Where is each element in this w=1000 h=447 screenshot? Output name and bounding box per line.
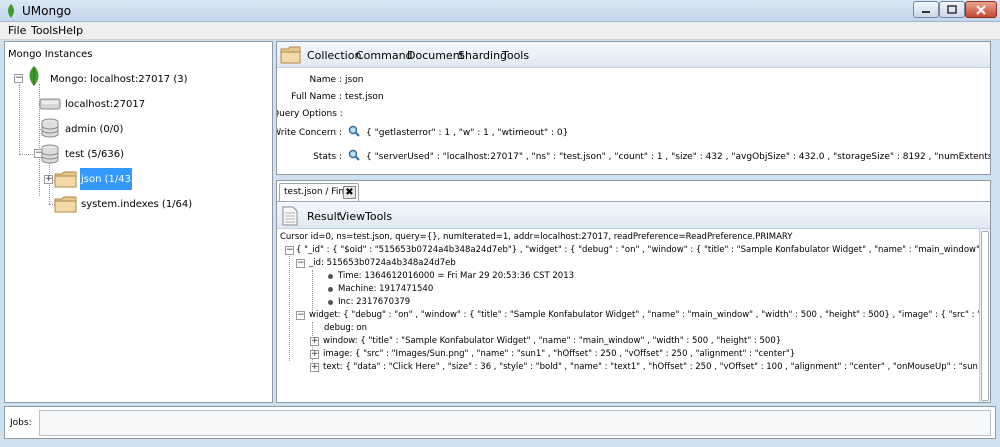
tab-find[interactable]: test.json / Find ✖: [279, 183, 359, 201]
collapse-toggle[interactable]: −: [296, 311, 305, 320]
time-row[interactable]: Time: 1364612016000 = Fri Mar 29 20:53:3…: [338, 271, 574, 281]
machine-row[interactable]: Machine: 1917471540: [338, 284, 433, 294]
find-results-panel: test.json / Find ✖ Result View Tools Cur…: [276, 180, 991, 403]
sharding-menu[interactable]: Sharding: [458, 49, 507, 62]
maximize-icon: [947, 5, 957, 14]
leaf-bullet: [328, 300, 333, 305]
collapse-toggle[interactable]: −: [285, 246, 294, 255]
expand-toggle[interactable]: +: [310, 363, 319, 372]
minimize-button[interactable]: [913, 1, 939, 18]
full-name-value: test.json: [345, 92, 384, 102]
server-icon: [39, 98, 61, 110]
collapse-toggle[interactable]: −: [14, 74, 23, 83]
text-row[interactable]: text: { "data" : "Click Here" , "size" :…: [323, 362, 980, 372]
database-icon: [41, 144, 59, 164]
close-icon: [976, 4, 986, 15]
tree-connector: [19, 84, 20, 154]
command-menu[interactable]: Command: [356, 49, 413, 62]
expand-toggle[interactable]: +: [44, 175, 53, 184]
menu-file[interactable]: File: [8, 24, 26, 37]
close-button[interactable]: [965, 1, 997, 18]
id-row[interactable]: _id: 515653b0724a4b348a24d7eb: [309, 258, 456, 268]
leaf-bullet: [328, 274, 333, 279]
result-tools-menu[interactable]: Tools: [365, 210, 392, 223]
window-title: UMongo: [22, 4, 72, 18]
leaf-bullet: [328, 287, 333, 292]
tree-node-system-indexes[interactable]: system.indexes (1/64): [81, 199, 192, 210]
mongo-instances-panel: Mongo Instances − Mongo: localhost:27017…: [4, 41, 273, 403]
collection-menu[interactable]: Collection: [307, 49, 361, 62]
mongo-leaf-icon: [8, 4, 14, 18]
jobs-label: Jobs:: [10, 418, 32, 428]
stats-value: { "serverUsed" : "localhost:27017" , "ns…: [366, 152, 991, 162]
document-icon: [282, 206, 298, 226]
view-menu[interactable]: View: [339, 210, 365, 223]
tree-connector: [289, 251, 290, 361]
image-row[interactable]: image: { "src" : "Images/Sun.png" , "nam…: [323, 349, 795, 359]
window-row[interactable]: window: { "title" : "Sample Konfabulator…: [323, 336, 781, 346]
mongo-leaf-icon: [29, 66, 39, 86]
tab-label: test.json / Find: [284, 187, 350, 197]
scrollbar-thumb[interactable]: [981, 231, 989, 401]
name-label: Name :: [309, 75, 342, 85]
collection-toolbar: Collection Command Document Sharding Too…: [277, 42, 990, 68]
panel-title: Mongo Instances: [8, 49, 93, 60]
query-options-label: Query Options :: [276, 109, 343, 119]
tree-node-admin[interactable]: admin (0/0): [65, 124, 123, 135]
menu-bar: File Tools Help: [0, 22, 1000, 40]
result-toolbar: Result View Tools: [277, 202, 990, 229]
document-row[interactable]: { "_id" : { "$oid" : "515653b0724a4b348a…: [296, 245, 980, 255]
database-icon: [41, 118, 59, 138]
folder-icon: [54, 196, 77, 213]
cursor-info: Cursor id=0, ns=test.json, query={}, num…: [280, 232, 793, 242]
result-menu[interactable]: Result: [307, 210, 341, 223]
tab-close-button[interactable]: ✖: [343, 186, 356, 199]
tree-node-root[interactable]: Mongo: localhost:27017 (3): [50, 74, 188, 85]
search-icon[interactable]: [348, 125, 360, 137]
menu-help[interactable]: Help: [58, 24, 83, 37]
tree-node-server[interactable]: localhost:27017: [65, 99, 145, 110]
minimize-icon: [922, 10, 930, 13]
folder-icon: [280, 46, 301, 64]
expand-toggle[interactable]: +: [310, 350, 319, 359]
tree-node-json[interactable]: json (1/432): [81, 174, 141, 185]
maximize-button[interactable]: [939, 1, 965, 18]
expand-toggle[interactable]: +: [310, 337, 319, 346]
jobs-list[interactable]: [39, 410, 991, 436]
write-concern-value: { "getlasterror" : 1 , "w" : 1 , "wtimeo…: [366, 128, 569, 138]
tree-node-test[interactable]: test (5/636): [65, 149, 124, 160]
debug-row[interactable]: debug: on: [324, 323, 367, 333]
jobs-panel: Jobs:: [4, 406, 996, 439]
inc-row[interactable]: Inc: 2317670379: [338, 297, 410, 307]
widget-row[interactable]: widget: { "debug" : "on" , "window" : { …: [309, 310, 980, 320]
full-name-label: Full Name :: [291, 92, 342, 102]
menu-tools[interactable]: Tools: [31, 24, 58, 37]
collapse-toggle[interactable]: −: [296, 259, 305, 268]
document-menu[interactable]: Document: [407, 49, 464, 62]
name-value: json: [345, 75, 364, 85]
result-tree: Cursor id=0, ns=test.json, query={}, num…: [277, 229, 980, 402]
folder-icon: [54, 171, 77, 188]
title-bar: UMongo: [0, 0, 1000, 22]
stats-label: Stats :: [313, 152, 342, 162]
collection-panel: Collection Command Document Sharding Too…: [276, 41, 991, 175]
tree-connector: [19, 154, 35, 155]
search-icon[interactable]: [348, 149, 360, 161]
tree-connector: [312, 270, 313, 312]
tools-menu[interactable]: Tools: [502, 49, 529, 62]
write-concern-label: Write Concern :: [276, 128, 342, 138]
vertical-scrollbar[interactable]: [979, 229, 990, 402]
